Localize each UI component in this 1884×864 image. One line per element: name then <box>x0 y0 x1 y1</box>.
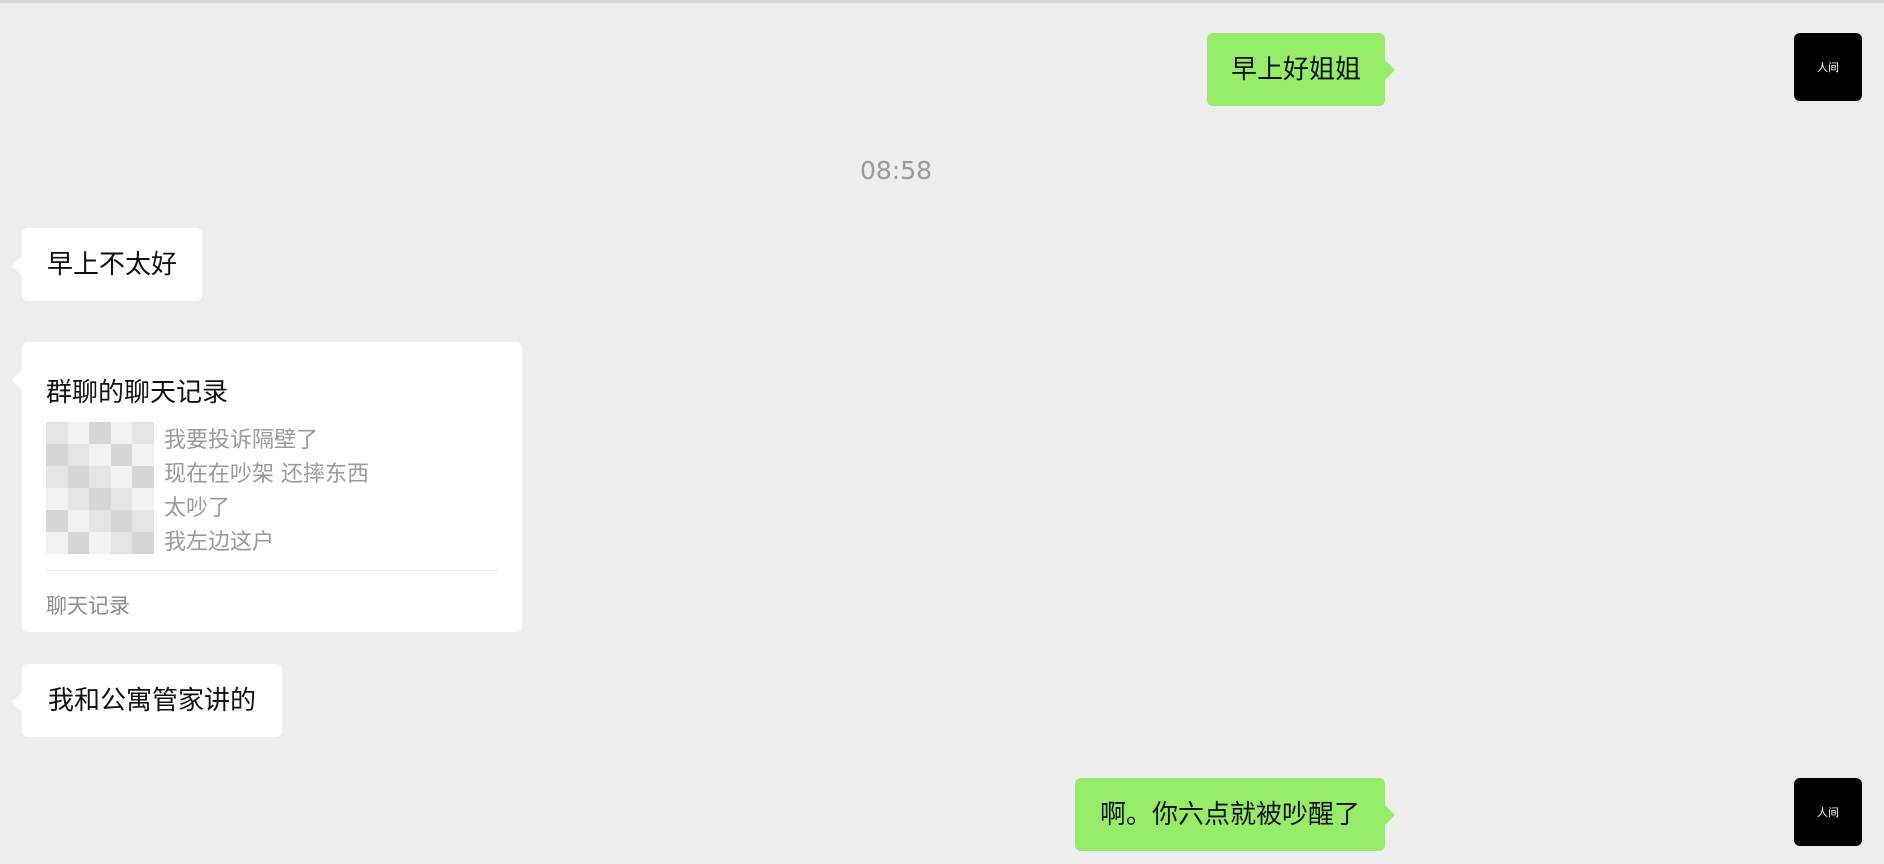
card-divider <box>46 570 498 571</box>
message-text: 早上不太好 <box>46 249 177 280</box>
message-text: 我和公寓管家讲的 <box>47 685 256 716</box>
outgoing-message-bubble[interactable]: 早上好姐姐 <box>1207 33 1395 106</box>
user-avatar[interactable]: 人间 <box>1794 778 1862 846</box>
chat-record-title: 群聊的聊天记录 <box>46 378 229 408</box>
chat-record-line: 现在在吵架 还摔东西 <box>164 462 369 487</box>
chat-record-card[interactable]: 群聊的聊天记录 我要投诉隔壁了 现在在吵架 还摔东西 太吵了 我左边这户 聊天记… <box>12 342 522 632</box>
incoming-message-bubble[interactable]: 早上不太好 <box>12 228 202 301</box>
avatar-text: 人间 <box>1817 61 1839 74</box>
message-timestamp: 08:58 <box>859 156 933 185</box>
top-divider <box>0 0 1884 3</box>
chat-record-line: 太吵了 <box>164 496 231 521</box>
outgoing-message-bubble[interactable]: 啊。你六点就被吵醒了 <box>1075 778 1395 851</box>
incoming-message-bubble[interactable]: 我和公寓管家讲的 <box>12 664 282 737</box>
blurred-sender-names <box>46 422 154 554</box>
message-text: 啊。你六点就被吵醒了 <box>1099 799 1360 830</box>
chat-record-line: 我左边这户 <box>164 530 275 555</box>
chat-record-footer-label: 聊天记录 <box>46 594 130 618</box>
user-avatar[interactable]: 人间 <box>1794 33 1862 101</box>
chat-record-line: 我要投诉隔壁了 <box>164 428 319 453</box>
avatar-text: 人间 <box>1817 806 1839 819</box>
message-text: 早上好姐姐 <box>1230 54 1361 85</box>
